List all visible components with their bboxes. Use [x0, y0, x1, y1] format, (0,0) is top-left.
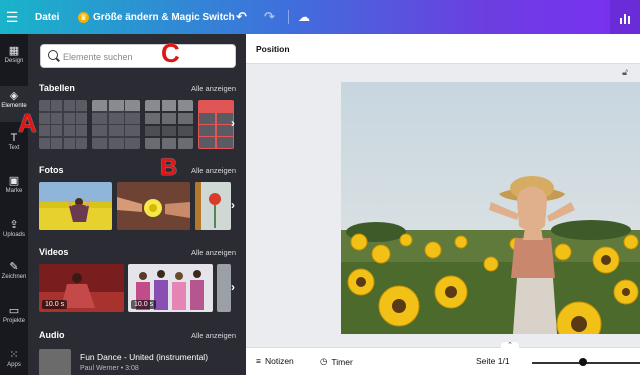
apps-icon: ⁙ — [9, 349, 19, 361]
upload-icon: ⇪ — [9, 219, 19, 231]
hamburger-icon[interactable]: ☰ — [0, 0, 24, 34]
notes-label: Notizen — [264, 356, 294, 366]
rail-item-uploads[interactable]: ⇪ Uploads — [0, 218, 28, 248]
rail-item-label: Marke — [5, 188, 23, 194]
rail-item-label: Text — [8, 145, 20, 151]
show-all-tables-link[interactable]: Alle anzeigen — [191, 84, 236, 93]
cloud-sync-icon[interactable]: ☁ — [298, 0, 310, 34]
audio-thumbnail[interactable] — [39, 349, 71, 375]
search-box[interactable] — [40, 44, 236, 68]
position-header: Position — [246, 34, 640, 64]
position-label[interactable]: Position — [256, 44, 290, 54]
page-indicator[interactable]: Seite 1/1 — [476, 356, 510, 366]
elements-panel: Tabellen Alle anzeigen › Fotos Alle anze… — [28, 34, 246, 375]
design-icon: ▦ — [8, 45, 20, 57]
resize-magic-switch-button[interactable]: ♛ Größe ändern & Magic Switch — [78, 0, 235, 34]
chevron-up-icon[interactable]: ⌃ — [501, 342, 519, 350]
annotation-letter-a: A — [18, 108, 37, 138]
resize-label: Größe ändern & Magic Switch — [93, 11, 235, 23]
photo-thumbnail[interactable] — [117, 182, 190, 230]
audio-track-title[interactable]: Fun Dance - United (instrumental) — [80, 352, 208, 362]
section-title-audio: Audio — [39, 330, 65, 340]
elements-icon: ◈ — [9, 90, 19, 102]
side-rail: ▦ Design ◈ Elemente T Text ▣ Marke ⇪ Uploads … — [0, 34, 28, 375]
table-preview[interactable] — [39, 100, 87, 149]
rail-item-label: Uploads — [2, 232, 25, 238]
crown-icon: ♛ — [78, 11, 89, 23]
table-preview[interactable] — [92, 100, 140, 149]
annotation-letter-c: C — [161, 38, 180, 68]
video-thumbnail[interactable]: 10.0 s — [128, 264, 213, 312]
rail-item-label: Apps — [7, 362, 21, 368]
search-input[interactable] — [63, 48, 233, 66]
lock-icon[interactable]: 🔓︎ — [622, 67, 628, 78]
chevron-right-icon[interactable]: › — [231, 280, 235, 294]
chevron-right-icon[interactable]: › — [231, 198, 235, 212]
video-duration-badge: 10.0 s — [131, 300, 157, 309]
rail-item-design[interactable]: ▦ Design — [0, 44, 28, 78]
rail-item-label: Projekte — [2, 318, 25, 324]
undo-icon[interactable]: ↶ — [236, 0, 247, 34]
top-toolbar: ☰ Datei ♛ Größe ändern & Magic Switch ↶ … — [0, 0, 640, 34]
section-title-tables: Tabellen — [39, 83, 75, 93]
video-thumbnail[interactable]: 10.0 s — [39, 264, 124, 312]
rail-item-brand[interactable]: ▣ Marke — [0, 174, 28, 204]
video-duration-badge: 10.0 s — [42, 300, 68, 309]
video-thumbnail[interactable] — [217, 264, 231, 312]
section-title-videos: Videos — [39, 247, 69, 257]
file-menu-button[interactable]: Datei — [35, 0, 59, 34]
canvas-area: Position 🔓︎ ⌃ ≡ Notizen ◷ Timer Seite 1/… — [246, 34, 640, 375]
rail-item-projects[interactable]: ▭ Projekte — [0, 304, 28, 334]
redo-icon[interactable]: ↷ — [264, 0, 275, 34]
search-icon — [48, 50, 58, 60]
show-all-photos-link[interactable]: Alle anzeigen — [191, 166, 236, 175]
timer-icon: ◷ — [320, 356, 328, 366]
rail-item-apps[interactable]: ⁙ Apps — [0, 348, 28, 374]
chevron-right-icon[interactable]: › — [231, 116, 235, 130]
draw-icon: ✎ — [9, 261, 19, 273]
toolbar-divider — [288, 10, 289, 24]
rail-item-draw[interactable]: ✎ Zeichnen — [0, 260, 28, 290]
folder-icon: ▭ — [8, 305, 20, 317]
zoom-slider-knob[interactable] — [579, 358, 587, 366]
table-preview[interactable] — [145, 100, 193, 149]
notes-icon: ≡ — [256, 356, 261, 366]
annotation-letter-b: B — [160, 154, 178, 181]
show-all-audio-link[interactable]: Alle anzeigen — [191, 331, 236, 340]
canvas-photo[interactable] — [341, 82, 640, 334]
rail-item-label: Design — [4, 58, 24, 64]
bar-chart-icon[interactable] — [610, 0, 640, 34]
notes-button[interactable]: ≡ Notizen — [256, 356, 294, 366]
show-all-videos-link[interactable]: Alle anzeigen — [191, 248, 236, 257]
bottom-bar: ⌃ ≡ Notizen ◷ Timer Seite 1/1 — [246, 342, 640, 375]
brand-icon: ▣ — [8, 175, 20, 187]
timer-label: Timer — [331, 356, 353, 367]
rail-item-label: Zeichnen — [1, 274, 27, 280]
audio-track-meta: Paul Werner • 3:08 — [80, 365, 139, 372]
timer-button[interactable]: ◷ Timer — [320, 356, 353, 367]
section-title-photos: Fotos — [39, 165, 64, 175]
photo-thumbnail[interactable] — [39, 182, 112, 230]
photo-thumbnail[interactable] — [195, 182, 231, 230]
table-preview[interactable] — [198, 100, 234, 149]
